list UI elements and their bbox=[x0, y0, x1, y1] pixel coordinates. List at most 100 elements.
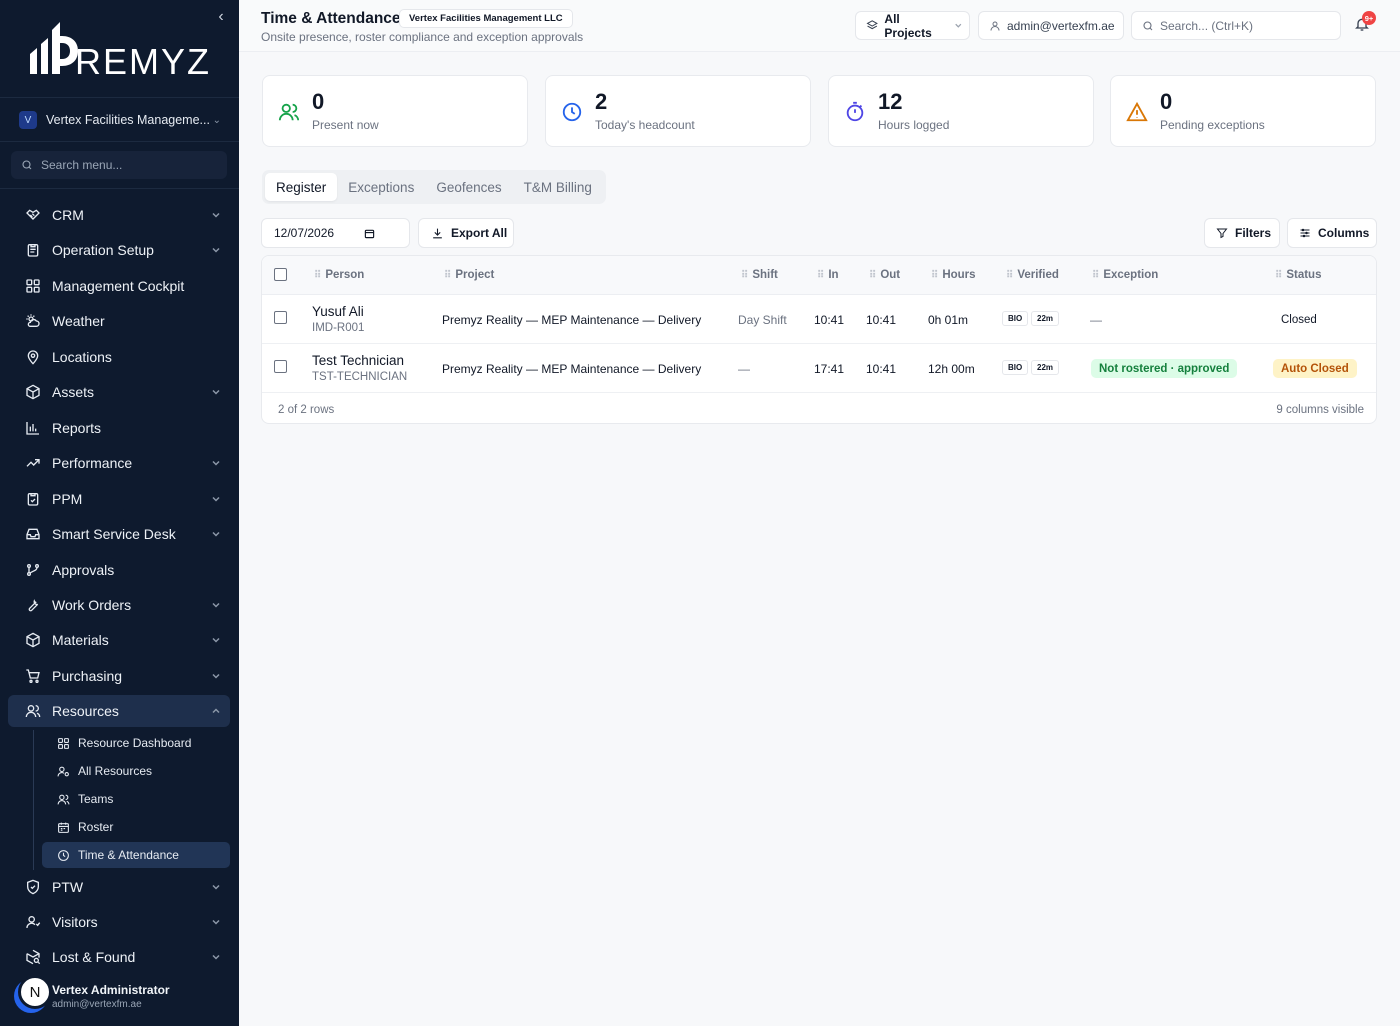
sidebar-item-materials[interactable]: Materials bbox=[8, 624, 230, 656]
collapse-sidebar-icon[interactable]: ‹ bbox=[214, 8, 228, 26]
sidebar-subitem-label: Resource Dashboard bbox=[78, 736, 192, 750]
submenu-guide bbox=[33, 730, 34, 870]
sidebar-subitem-teams[interactable]: Teams bbox=[42, 786, 230, 812]
sidebar-subitem-all-resources[interactable]: All Resources bbox=[42, 758, 230, 784]
table-header: ⠿ Person ⠿ Project ⠿ Shift ⠿ In ⠿ Out ⠿ Hours … bbox=[262, 256, 1376, 295]
sidebar-item-label: Resources bbox=[52, 703, 119, 719]
select-all-checkbox[interactable] bbox=[274, 268, 287, 281]
sidebar-item-locations[interactable]: Locations bbox=[8, 341, 230, 373]
clipboard-icon bbox=[27, 244, 39, 257]
sidebar-item-lost-found[interactable]: Lost & Found bbox=[8, 941, 230, 973]
tab-tm-billing[interactable]: T&M Billing bbox=[513, 173, 603, 201]
filters-button[interactable]: Filters bbox=[1204, 218, 1280, 248]
sidebar-subitem-resource-dashboard[interactable]: Resource Dashboard bbox=[42, 730, 230, 756]
sidebar-subitem-time-attendance[interactable]: Time & Attendance bbox=[42, 842, 230, 868]
chevron-down-icon bbox=[212, 247, 220, 253]
wrench-icon bbox=[28, 599, 39, 612]
tab-register[interactable]: Register bbox=[265, 173, 338, 201]
menu-search-input[interactable]: Search menu... bbox=[11, 151, 227, 179]
sidebar-item-weather[interactable]: Weather bbox=[8, 305, 230, 337]
bar-chart-icon bbox=[26, 422, 39, 435]
sidebar-item-smart-service-desk[interactable]: Smart Service Desk bbox=[8, 518, 230, 550]
sidebar-item-ppm[interactable]: PPM bbox=[8, 483, 230, 515]
stat-value: 0 bbox=[1160, 89, 1173, 114]
sidebar-item-label: Purchasing bbox=[52, 668, 123, 684]
chevron-down-icon bbox=[212, 531, 220, 537]
sidebar-item-approvals[interactable]: Approvals bbox=[8, 554, 230, 586]
column-header-hours[interactable]: ⠿ Hours bbox=[931, 269, 976, 281]
row-checkbox[interactable] bbox=[274, 360, 287, 373]
global-search-input[interactable]: Search... (Ctrl+K) bbox=[1131, 11, 1341, 40]
chevron-down-icon bbox=[212, 496, 220, 502]
columns-visible: 9 columns visible bbox=[1276, 404, 1364, 416]
cloud-sun-icon bbox=[26, 314, 40, 327]
sidebar-item-crm[interactable]: CRM bbox=[8, 199, 230, 231]
page-subtitle: Onsite presence, roster compliance and e… bbox=[261, 30, 584, 44]
divider bbox=[0, 141, 239, 142]
divider bbox=[0, 188, 239, 189]
sidebar-item-resources[interactable]: Resources bbox=[8, 695, 230, 727]
column-header-project[interactable]: ⠿ Project bbox=[444, 269, 494, 281]
git-branch-icon bbox=[27, 564, 39, 576]
warning-icon bbox=[1126, 101, 1148, 122]
org-switcher[interactable]: V Vertex Facilities Manageme... ⌄ bbox=[11, 106, 227, 134]
tab-exceptions[interactable]: Exceptions bbox=[337, 173, 425, 201]
chevron-down-icon bbox=[212, 389, 220, 395]
account-email: admin@vertexfm.ae bbox=[1007, 18, 1115, 33]
sidebar-subitem-label: Time & Attendance bbox=[78, 848, 179, 862]
person-id: IMD-R001 bbox=[312, 322, 365, 334]
user-profile[interactable]: N Vertex Administrator admin@vertexfm.ae bbox=[18, 975, 228, 1015]
column-header-in[interactable]: ⠿ In bbox=[817, 269, 839, 281]
column-header-person[interactable]: ⠿ Person bbox=[314, 269, 364, 281]
sidebar-item-purchasing[interactable]: Purchasing bbox=[8, 660, 230, 692]
person-name[interactable]: Yusuf Ali bbox=[312, 304, 364, 319]
brand-logo: REMYZ bbox=[28, 22, 209, 82]
column-header-out[interactable]: ⠿ Out bbox=[869, 269, 900, 281]
sidebar-subitem-label: Teams bbox=[78, 792, 114, 806]
project-selector[interactable]: All Projects bbox=[855, 11, 970, 40]
person-name[interactable]: Test Technician bbox=[312, 353, 404, 368]
table-row[interactable]: Test Technician TST-TECHNICIAN Premyz Re… bbox=[262, 344, 1376, 393]
sidebar-item-visitors[interactable]: Visitors bbox=[8, 906, 230, 938]
chevron-down-icon bbox=[212, 673, 220, 679]
sidebar-item-operation-setup[interactable]: Operation Setup bbox=[8, 234, 230, 266]
sidebar-subitem-roster[interactable]: Roster bbox=[42, 814, 230, 840]
download-icon bbox=[433, 228, 442, 238]
project-cell: Premyz Reality — MEP Maintenance — Deliv… bbox=[442, 313, 702, 327]
table-row[interactable]: Yusuf Ali IMD-R001 Premyz Reality — MEP … bbox=[262, 295, 1376, 344]
sidebar-item-performance[interactable]: Performance bbox=[8, 447, 230, 479]
logo-mark-icon bbox=[30, 22, 78, 74]
chevron-down-icon bbox=[212, 602, 220, 608]
clipboard-check-icon bbox=[27, 493, 39, 506]
column-header-shift[interactable]: ⠿ Shift bbox=[741, 269, 778, 281]
column-header-status[interactable]: ⠿ Status bbox=[1275, 269, 1321, 281]
tab-geofences[interactable]: Geofences bbox=[425, 173, 512, 201]
notifications-button[interactable]: 9+ bbox=[1354, 11, 1376, 34]
chevron-down-icon bbox=[212, 919, 220, 925]
chevron-down-icon bbox=[212, 884, 220, 890]
org-name: Vertex Facilities Manageme... bbox=[46, 113, 210, 127]
sidebar-item-work-orders[interactable]: Work Orders bbox=[8, 589, 230, 621]
sidebar-item-reports[interactable]: Reports bbox=[8, 412, 230, 444]
stat-card-pending-exceptions: 0 Pending exceptions bbox=[1110, 75, 1376, 147]
sidebar-item-management-cockpit[interactable]: Management Cockpit bbox=[8, 270, 230, 302]
sidebar-item-label: Assets bbox=[52, 384, 95, 400]
column-header-exception[interactable]: ⠿ Exception bbox=[1092, 269, 1158, 281]
sidebar-item-ptw[interactable]: PTW bbox=[8, 871, 230, 903]
sidebar: ‹ REMYZ V Vertex Facilities Manageme... … bbox=[0, 0, 239, 1026]
stat-card-present-now: 0 Present now bbox=[262, 75, 528, 147]
sidebar-item-assets[interactable]: Assets bbox=[8, 376, 230, 408]
date-picker[interactable]: 12/07/2026 bbox=[261, 218, 410, 248]
date-value: 12/07/2026 bbox=[274, 226, 335, 240]
column-header-verified[interactable]: ⠿ Verified bbox=[1006, 269, 1059, 281]
account-button[interactable]: admin@vertexfm.ae bbox=[978, 11, 1124, 40]
export-all-button[interactable]: Export All bbox=[418, 218, 514, 248]
row-checkbox[interactable] bbox=[274, 311, 287, 324]
stat-label: Present now bbox=[312, 118, 379, 132]
chevron-down-icon bbox=[212, 212, 220, 218]
calendar-icon bbox=[58, 822, 69, 833]
clock-icon bbox=[562, 102, 582, 122]
stat-label: Pending exceptions bbox=[1160, 118, 1265, 132]
columns-button[interactable]: Columns bbox=[1287, 218, 1377, 248]
exception-cell: — bbox=[1090, 313, 1102, 327]
